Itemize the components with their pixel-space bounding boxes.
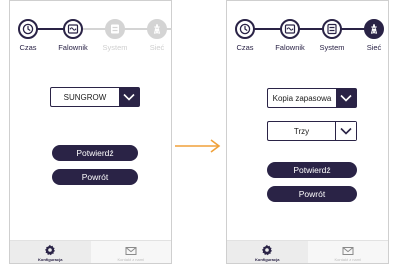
inverter-brand-value: SUNGROW: [63, 92, 107, 102]
backup-mode-select[interactable]: Kopia zapasowa: [267, 88, 357, 108]
confirm-button[interactable]: Potwierdź: [52, 145, 138, 161]
chevron-down-icon[interactable]: [119, 88, 139, 106]
back-button[interactable]: Powrót: [52, 169, 138, 185]
screen-inverter-selection: Czas Falownik System Sieć SUNGROW Potwie…: [9, 0, 172, 264]
step-label-siec: Sieć: [149, 43, 165, 52]
gear-icon: [262, 244, 273, 256]
mail-icon: [342, 247, 354, 255]
step-falownik[interactable]: [63, 19, 83, 39]
phase-count-value: Trzy: [293, 126, 310, 136]
step-czas[interactable]: [18, 19, 38, 39]
bottom-tab-bar: Konfiguracja Kontakt z nami: [227, 240, 388, 263]
setup-stepper: Czas Falownik System Sieć: [227, 1, 388, 61]
tab-label: Kontakt z nami: [117, 257, 144, 262]
tab-label: Konfiguracja: [255, 257, 280, 262]
clock-icon: [22, 23, 34, 35]
system-list-icon: [327, 23, 337, 35]
step-label-siec: Sieć: [366, 43, 382, 52]
tab-konfiguracja[interactable]: Konfiguracja: [10, 241, 91, 263]
setup-stepper: Czas Falownik System Sieć: [10, 1, 172, 61]
arrow-right-icon: [175, 139, 221, 153]
step-system[interactable]: [322, 19, 342, 39]
system-list-icon: [111, 24, 119, 34]
step-connector: [252, 28, 382, 30]
clock-icon: [239, 23, 251, 35]
inverter-wave-icon: [67, 24, 79, 34]
step-falownik[interactable]: [280, 19, 300, 39]
tab-label: Kontakt z nami: [334, 257, 361, 262]
phase-count-select[interactable]: Trzy: [267, 121, 357, 141]
mail-icon: [125, 247, 137, 255]
chevron-down-icon[interactable]: [335, 122, 356, 140]
back-button[interactable]: Powrót: [267, 186, 357, 202]
step-siec[interactable]: [147, 19, 167, 39]
step-system[interactable]: [105, 19, 125, 39]
backup-mode-value: Kopia zapasowa: [272, 93, 332, 103]
confirm-button[interactable]: Potwierdź: [267, 162, 357, 178]
grid-tower-icon: [370, 24, 378, 34]
screen-grid-backup-settings: Czas Falownik System Sieć Kopia zapasowa: [226, 0, 389, 264]
inverter-wave-icon: [284, 24, 296, 34]
gear-icon: [45, 244, 56, 256]
grid-tower-icon: [153, 24, 161, 34]
bottom-tab-bar: Konfiguracja Kontakt z nami: [10, 240, 171, 263]
step-siec[interactable]: [364, 19, 384, 39]
tab-kontakt[interactable]: Kontakt z nami: [308, 241, 389, 263]
tab-label: Konfiguracja: [38, 257, 63, 262]
inverter-brand-select[interactable]: SUNGROW: [50, 87, 140, 107]
step-czas[interactable]: [235, 19, 255, 39]
chevron-down-icon[interactable]: [336, 89, 356, 107]
tab-konfiguracja[interactable]: Konfiguracja: [227, 241, 308, 263]
tab-kontakt[interactable]: Kontakt z nami: [91, 241, 172, 263]
